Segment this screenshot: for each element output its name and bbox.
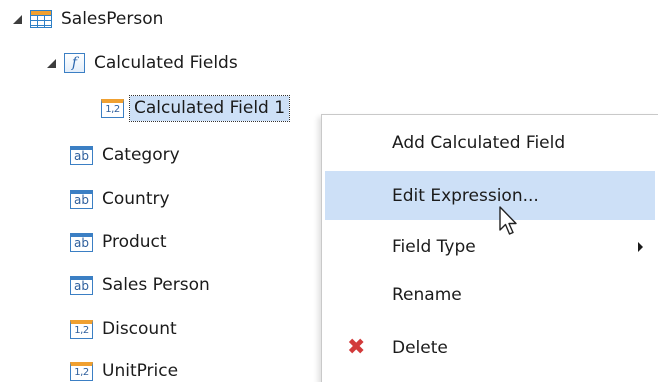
tree-node-label: UnitPrice [102, 361, 179, 381]
numeric-icon-glyph: 1,2 [74, 366, 89, 378]
string-icon-glyph: ab [74, 193, 89, 207]
tree-node-calculated-field-1[interactable]: 1,2 Calculated Field 1 [101, 93, 291, 123]
numeric-field-icon: 1,2 [70, 361, 93, 381]
expand-arrow-icon[interactable] [13, 14, 22, 24]
string-icon-glyph: ab [74, 149, 89, 163]
menu-item-rename[interactable]: Rename [325, 270, 655, 319]
string-icon-glyph: ab [74, 279, 89, 293]
function-icon-glyph: f [71, 55, 78, 71]
menu-item-label: Edit Expression... [392, 185, 539, 206]
context-menu: Add Calculated Field Edit Expression... … [321, 114, 658, 382]
menu-item-label: Field Type [392, 236, 476, 257]
expand-arrow-icon[interactable] [47, 58, 56, 68]
table-icon [30, 10, 52, 28]
tree-node-unitprice[interactable]: 1,2 UnitPrice [70, 356, 178, 382]
tree-node-country[interactable]: ab Country [70, 184, 170, 214]
tree-node-label: Sales Person [102, 275, 210, 295]
tree-node-salesperson[interactable]: SalesPerson [13, 4, 163, 34]
mouse-pointer-icon [499, 206, 517, 235]
tree-node-label: Product [102, 232, 167, 252]
numeric-field-icon: 1,2 [101, 98, 124, 118]
string-field-icon: ab [70, 275, 93, 295]
string-field-icon: ab [70, 232, 93, 252]
menu-item-label: Rename [392, 284, 462, 305]
tree-node-calculated-fields[interactable]: f Calculated Fields [47, 48, 238, 78]
tree-node-label: Discount [102, 319, 177, 339]
menu-item-label: Add Calculated Field [392, 132, 566, 153]
submenu-arrow-icon [638, 241, 643, 252]
string-field-icon: ab [70, 189, 93, 209]
numeric-icon-glyph: 1,2 [105, 103, 120, 115]
field-list-panel: SalesPerson f Calculated Fields 1,2 Calc… [0, 0, 658, 382]
string-icon-glyph: ab [74, 236, 89, 250]
tree-node-product[interactable]: ab Product [70, 227, 167, 257]
tree-node-label-selected: Calculated Field 1 [128, 94, 291, 122]
tree-node-label: Category [102, 145, 180, 165]
tree-node-discount[interactable]: 1,2 Discount [70, 314, 177, 344]
delete-icon: ✖ [347, 334, 366, 360]
tree-node-label: Country [102, 189, 170, 209]
numeric-field-icon: 1,2 [70, 319, 93, 339]
menu-item-add-calculated-field[interactable]: Add Calculated Field [325, 118, 655, 167]
menu-item-field-type[interactable]: Field Type [325, 222, 655, 271]
menu-item-edit-expression[interactable]: Edit Expression... [325, 171, 655, 220]
menu-item-delete[interactable]: ✖ Delete [325, 323, 655, 372]
function-icon: f [64, 53, 85, 73]
tree-node-label: SalesPerson [61, 9, 164, 29]
string-field-icon: ab [70, 145, 93, 165]
menu-item-label: Delete [392, 337, 448, 358]
tree-node-sales-person[interactable]: ab Sales Person [70, 270, 210, 300]
tree-node-label: Calculated Fields [94, 53, 238, 73]
tree-node-category[interactable]: ab Category [70, 140, 180, 170]
numeric-icon-glyph: 1,2 [74, 324, 89, 336]
